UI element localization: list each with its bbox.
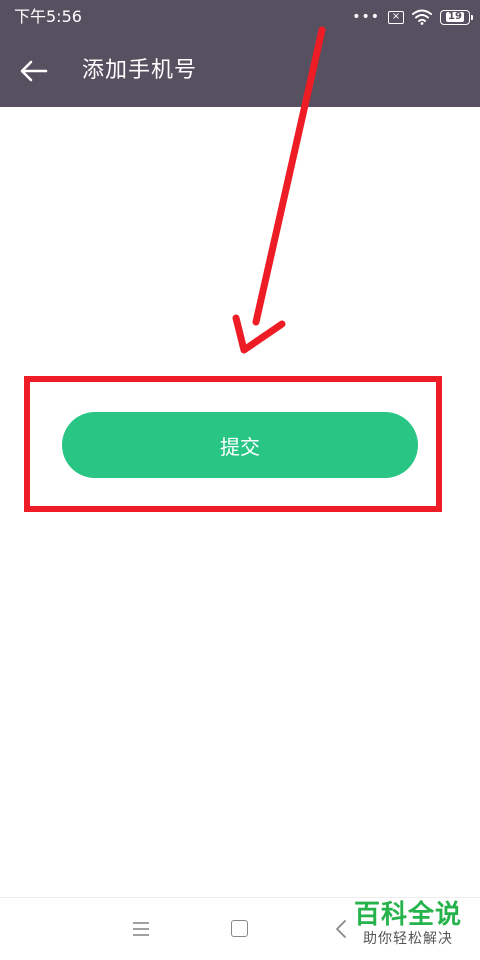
- status-bar: 下午5:56 ••• × 19: [0, 0, 480, 34]
- chevron-left-icon[interactable]: [333, 918, 349, 940]
- battery-icon: 19: [440, 9, 473, 25]
- watermark-subtitle: 助你轻松解决: [363, 931, 453, 947]
- arrow-left-icon: [20, 60, 48, 82]
- sim-card-x-icon: ×: [388, 10, 404, 24]
- home-square-icon[interactable]: [231, 920, 248, 937]
- more-dots-icon: •••: [352, 9, 380, 25]
- wifi-icon: [412, 9, 432, 25]
- back-button[interactable]: [14, 52, 54, 90]
- submit-button-label: 提交: [220, 434, 260, 459]
- menu-icon[interactable]: [131, 920, 151, 938]
- watermark-title: 百科全说: [353, 900, 462, 930]
- battery-level: 19: [446, 11, 464, 22]
- page-title: 添加手机号: [82, 58, 198, 83]
- status-icons: ••• × 19: [352, 7, 473, 27]
- watermark-logo: 百科全说 助你轻松解决: [348, 900, 468, 948]
- status-time: 下午5:56: [14, 7, 82, 26]
- submit-button[interactable]: 提交: [62, 412, 418, 478]
- app-bar: 添加手机号: [0, 34, 480, 107]
